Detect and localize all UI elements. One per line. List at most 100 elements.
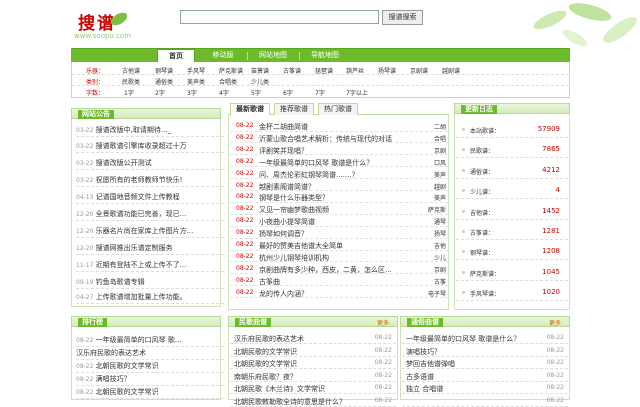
- item-title[interactable]: 独立 合唱谱: [406, 384, 536, 394]
- row-category[interactable]: 通琴: [434, 217, 446, 226]
- list-item[interactable]: 08-22: [402, 395, 568, 407]
- item-title[interactable]: 梦回吉他谱弹唱: [406, 359, 536, 369]
- category-item[interactable]: 古筝谱: [283, 66, 301, 75]
- list-item[interactable]: 少儿谱： 4: [456, 183, 568, 200]
- list-item[interactable]: 11-17 近期有登陆不上或上传不了...: [76, 260, 224, 272]
- category-item[interactable]: 古他谱: [122, 66, 140, 75]
- item-title[interactable]: 演唱技巧？: [406, 347, 536, 357]
- table-row[interactable]: 08-22 沂蒙山歌合唱艺术解析：传统与现代的对话 合唱: [230, 132, 448, 144]
- item-title[interactable]: 北朝民歌的文学常识: [234, 347, 364, 357]
- category-item[interactable]: 7字以上: [346, 88, 368, 97]
- list-item[interactable]: 12-20 搜谱网推出乐谱定制服务: [76, 243, 224, 255]
- list-item[interactable]: 古筝谱： 1281: [456, 224, 568, 240]
- row-category[interactable]: 萨克斯: [428, 205, 446, 214]
- list-item[interactable]: 钢琴谱： 1208: [456, 244, 568, 261]
- list-item[interactable]: 04-27 上传歌谱增加批量上传功能。: [76, 292, 224, 304]
- item-title[interactable]: 南朝乐府民歌？夜？: [234, 372, 364, 382]
- row-category[interactable]: 京剧: [434, 146, 446, 155]
- table-row[interactable]: 08-22 评剧笑并现唱？ 京剧: [230, 144, 448, 156]
- category-item[interactable]: 越剧谱: [442, 66, 460, 75]
- table-row[interactable]: 08-22 一年级最简单的口风琴 歌谱是什么？ 口风: [230, 156, 448, 168]
- list-item[interactable]: 一年级最简单的口风琴 歌谱是什么？ 08-22: [402, 332, 568, 344]
- category-item[interactable]: 美声类: [187, 77, 205, 86]
- table-row[interactable]: 08-22 钢琴是什么乐器类型？ 美声: [230, 191, 448, 203]
- row-category[interactable]: 口风: [434, 158, 446, 167]
- list-item[interactable]: 03-22 祝愿所有的老师教师节快乐!: [76, 175, 224, 187]
- row-title[interactable]: 问、周杰伦彩虹钢琴简谱.......？: [259, 170, 419, 180]
- row-category[interactable]: 合唱: [434, 134, 446, 143]
- row-category[interactable]: 古筝: [434, 277, 446, 286]
- list-item[interactable]: 08-22 一年级最简单的口风琴 歌...: [76, 335, 224, 347]
- row-title[interactable]: 钢琴是什么乐器类型？: [259, 193, 419, 203]
- list-item[interactable]: 12-20 乐器名片尚在家库上传图片方...: [76, 226, 224, 238]
- nav-tab-navmap[interactable]: 导航地图: [303, 49, 347, 63]
- category-item[interactable]: 7字: [315, 88, 325, 97]
- tab-recommended[interactable]: 推荐歌谱: [274, 103, 314, 115]
- list-item[interactable]: 08-22 北朝民歌的文学常识: [76, 387, 224, 399]
- popular-more-link[interactable]: 更多: [549, 318, 561, 327]
- category-item[interactable]: 少儿类: [251, 77, 269, 86]
- list-item[interactable]: 12-20 全景歌谱功能已完善，现已...: [76, 209, 224, 221]
- row-category[interactable]: 扬琴: [434, 229, 446, 238]
- list-item[interactable]: 03-22 搜谱歌谱引擎库收录超过十万: [76, 141, 224, 153]
- table-row[interactable]: 08-22 小夜曲小提琴简谱 通琴: [230, 215, 448, 227]
- table-row[interactable]: 08-22 又见一帘幽梦歌曲视频 萨克斯: [230, 203, 448, 215]
- tab-latest[interactable]: 最新歌谱: [230, 103, 270, 115]
- category-item[interactable]: 民歌类: [122, 77, 140, 86]
- list-item[interactable]: 吉他谱： 1452: [456, 204, 568, 220]
- table-row[interactable]: 08-22 最好的赞美吉他谱大全简单 吉他: [230, 239, 448, 251]
- nav-tab-sitemap[interactable]: 网站地图: [251, 49, 295, 63]
- row-category[interactable]: 美声: [434, 170, 446, 179]
- category-item[interactable]: 6字: [283, 88, 293, 97]
- list-item[interactable]: 北朝民歌的文学常识 08-22: [230, 345, 396, 357]
- list-item[interactable]: 通俗谱： 4212: [456, 163, 568, 179]
- list-item[interactable]: 民歌谱： 7865: [456, 142, 568, 159]
- row-title[interactable]: 扬琴如何调音？: [259, 229, 419, 239]
- list-item[interactable]: 09-19 钓鱼岛歌谱专辑: [76, 277, 224, 289]
- row-title[interactable]: 越剧素阁谱简谱？: [259, 182, 419, 192]
- table-row[interactable]: 08-22 越剧素阁谱简谱？ 越剧: [230, 180, 448, 192]
- table-row[interactable]: 08-22 古筝曲 古筝: [230, 275, 448, 287]
- item-title[interactable]: 一年级最简单的口风琴 歌谱是什么？: [406, 334, 536, 344]
- row-category[interactable]: 少儿: [434, 253, 446, 262]
- table-row[interactable]: 08-22 问、周杰伦彩虹钢琴简谱.......？ 美声: [230, 168, 448, 180]
- list-item[interactable]: 08-22 满唱技巧？: [76, 374, 224, 386]
- list-item[interactable]: 手风琴谱： 1020: [456, 285, 568, 302]
- table-row[interactable]: 08-22 京剧曲牌有多少种，西皮，二黄，怎么区... 京剧: [230, 263, 448, 275]
- row-title[interactable]: 又见一帘幽梦歌曲视频: [259, 205, 419, 215]
- category-item[interactable]: 京剧谱: [410, 66, 428, 75]
- row-category[interactable]: 吉他: [434, 241, 446, 250]
- search-input[interactable]: [180, 10, 379, 24]
- list-item[interactable]: 汉乐府民歌的表达艺术: [76, 348, 224, 360]
- row-title[interactable]: 金杯二胡曲简谱: [259, 122, 419, 132]
- list-item[interactable]: 03-22 搜谱改版中,取请期待..._: [76, 125, 224, 137]
- category-item[interactable]: 5字: [251, 88, 261, 97]
- search-button[interactable]: 搜谱搜索: [382, 10, 423, 25]
- item-title[interactable]: 北朝民歌的文学常识: [234, 359, 364, 369]
- table-row[interactable]: 08-22 杭州少儿钢琴培训机构 少儿: [230, 251, 448, 263]
- list-item[interactable]: 03-22 搜谱改版公开测试: [76, 158, 224, 170]
- list-item[interactable]: 本站歌谱： 57909: [456, 122, 568, 138]
- nav-tab-mobile[interactable]: 移动版: [203, 49, 243, 63]
- category-item[interactable]: 琵琶谱: [315, 66, 333, 75]
- row-title[interactable]: 评剧笑并现唱？: [259, 146, 419, 156]
- category-item[interactable]: 钢琴谱: [155, 66, 173, 75]
- category-item[interactable]: 4字: [219, 88, 229, 97]
- list-item[interactable]: 古多语谱 08-22: [402, 370, 568, 382]
- row-category[interactable]: 京剧: [434, 265, 446, 274]
- row-category[interactable]: 越剧: [434, 182, 446, 191]
- item-title[interactable]: 北朝民歌《木兰诗》文学常识: [234, 384, 364, 394]
- list-item[interactable]: 独立 合唱谱 08-22: [402, 382, 568, 394]
- list-item[interactable]: 北朝民歌《木兰诗》文学常识 08-22: [230, 382, 396, 394]
- row-title[interactable]: 龙的传人内涵？: [259, 289, 419, 299]
- category-item[interactable]: 3字: [187, 88, 197, 97]
- row-title[interactable]: 沂蒙山歌合唱艺术解析：传统与现代的对话: [259, 134, 419, 144]
- row-title[interactable]: 古筝曲: [259, 277, 419, 287]
- category-item[interactable]: 2字: [155, 88, 165, 97]
- row-category[interactable]: 美声: [434, 193, 446, 202]
- category-item[interactable]: 手风琴: [187, 66, 205, 75]
- list-item[interactable]: 08-22 北朝民歌的文学常识: [76, 361, 224, 373]
- category-item[interactable]: 通俗类: [155, 77, 173, 86]
- list-item[interactable]: 北朝民歌敕勒歌全诗的意思是什么？ 08-22: [230, 395, 396, 407]
- list-item[interactable]: 北朝民歌的文学常识 08-22: [230, 357, 396, 369]
